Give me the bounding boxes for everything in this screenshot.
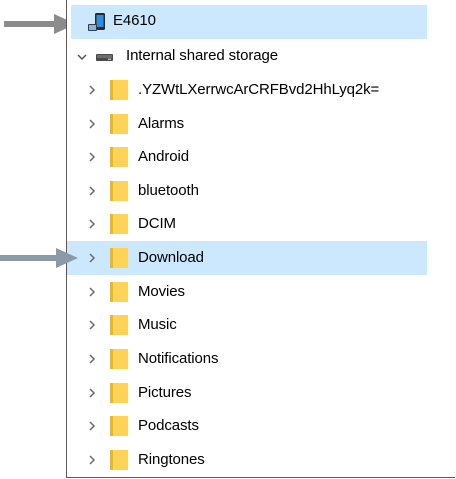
folder-icon bbox=[109, 79, 129, 101]
chevron-right-icon[interactable] bbox=[85, 217, 99, 231]
folder-icon bbox=[109, 415, 129, 437]
tree-item-folder[interactable]: Android bbox=[67, 140, 427, 174]
tree-item-label: Ringtones bbox=[138, 451, 205, 468]
chevron-right-icon[interactable] bbox=[85, 419, 99, 433]
tree-item-folder[interactable]: Movies bbox=[67, 275, 427, 309]
tree-item-folder[interactable]: Music bbox=[67, 308, 427, 342]
tree-item-folder[interactable]: .YZWtLXerrwcArCRFBvd2HhLyq2k= bbox=[67, 73, 427, 107]
tree-item-folder[interactable]: Ringtones bbox=[67, 443, 427, 477]
chevron-right-icon[interactable] bbox=[85, 386, 99, 400]
tree-item-label: Android bbox=[138, 148, 190, 165]
folder-icon bbox=[109, 348, 129, 370]
tree-item-folder[interactable]: Notifications bbox=[67, 342, 427, 376]
chevron-right-icon[interactable] bbox=[85, 453, 99, 467]
drive-icon bbox=[95, 49, 115, 65]
chevron-right-icon[interactable] bbox=[85, 285, 99, 299]
folder-icon bbox=[109, 281, 129, 303]
tree-item-folder[interactable]: Podcasts bbox=[67, 409, 427, 443]
navigation-tree-pane: E4610 Internal shared storage .YZWtLXerr… bbox=[66, 0, 455, 478]
tree-item-internal-storage[interactable]: Internal shared storage bbox=[67, 39, 427, 73]
folder-icon bbox=[109, 146, 129, 168]
tree-item-label: Notifications bbox=[138, 350, 219, 367]
folder-icon bbox=[109, 314, 129, 336]
folder-icon bbox=[109, 113, 129, 135]
folder-icon bbox=[109, 247, 129, 269]
tree-item-label: Podcasts bbox=[138, 417, 199, 434]
tree-item-folder[interactable]: Alarms bbox=[67, 107, 427, 141]
folder-icon bbox=[109, 382, 129, 404]
chevron-right-icon[interactable] bbox=[85, 83, 99, 97]
tree-item-folder-selected[interactable]: Download bbox=[67, 241, 427, 275]
chevron-right-icon[interactable] bbox=[85, 352, 99, 366]
tree-item-folder[interactable]: Pictures bbox=[67, 376, 427, 410]
tree-item-label: Movies bbox=[138, 283, 185, 300]
tree-item-label: .YZWtLXerrwcArCRFBvd2HhLyq2k= bbox=[138, 81, 380, 98]
chevron-right-icon[interactable] bbox=[85, 318, 99, 332]
tree-item-label: Alarms bbox=[138, 115, 185, 132]
tree-item-label: Pictures bbox=[138, 384, 192, 401]
tree-item-folder[interactable]: bluetooth bbox=[67, 174, 427, 208]
folder-icon bbox=[109, 213, 129, 235]
tree-item-label: E4610 bbox=[113, 12, 156, 29]
tree-item-label: DCIM bbox=[138, 215, 176, 232]
tree-item-folder[interactable]: DCIM bbox=[67, 207, 427, 241]
pointer-arrow-download bbox=[0, 247, 80, 269]
chevron-right-icon[interactable] bbox=[85, 117, 99, 131]
tree-item-label: Download bbox=[138, 249, 204, 266]
phone-device-icon bbox=[87, 12, 107, 32]
tree-item-label: Music bbox=[138, 316, 177, 333]
chevron-down-icon[interactable] bbox=[75, 50, 89, 64]
tree-item-device[interactable]: E4610 bbox=[71, 5, 427, 39]
chevron-right-icon[interactable] bbox=[85, 251, 99, 265]
chevron-right-icon[interactable] bbox=[85, 150, 99, 164]
folder-icon bbox=[109, 449, 129, 471]
chevron-right-icon[interactable] bbox=[85, 184, 99, 198]
tree-item-label: bluetooth bbox=[138, 182, 199, 199]
folder-icon bbox=[109, 180, 129, 202]
tree-item-label: Internal shared storage bbox=[126, 47, 278, 64]
